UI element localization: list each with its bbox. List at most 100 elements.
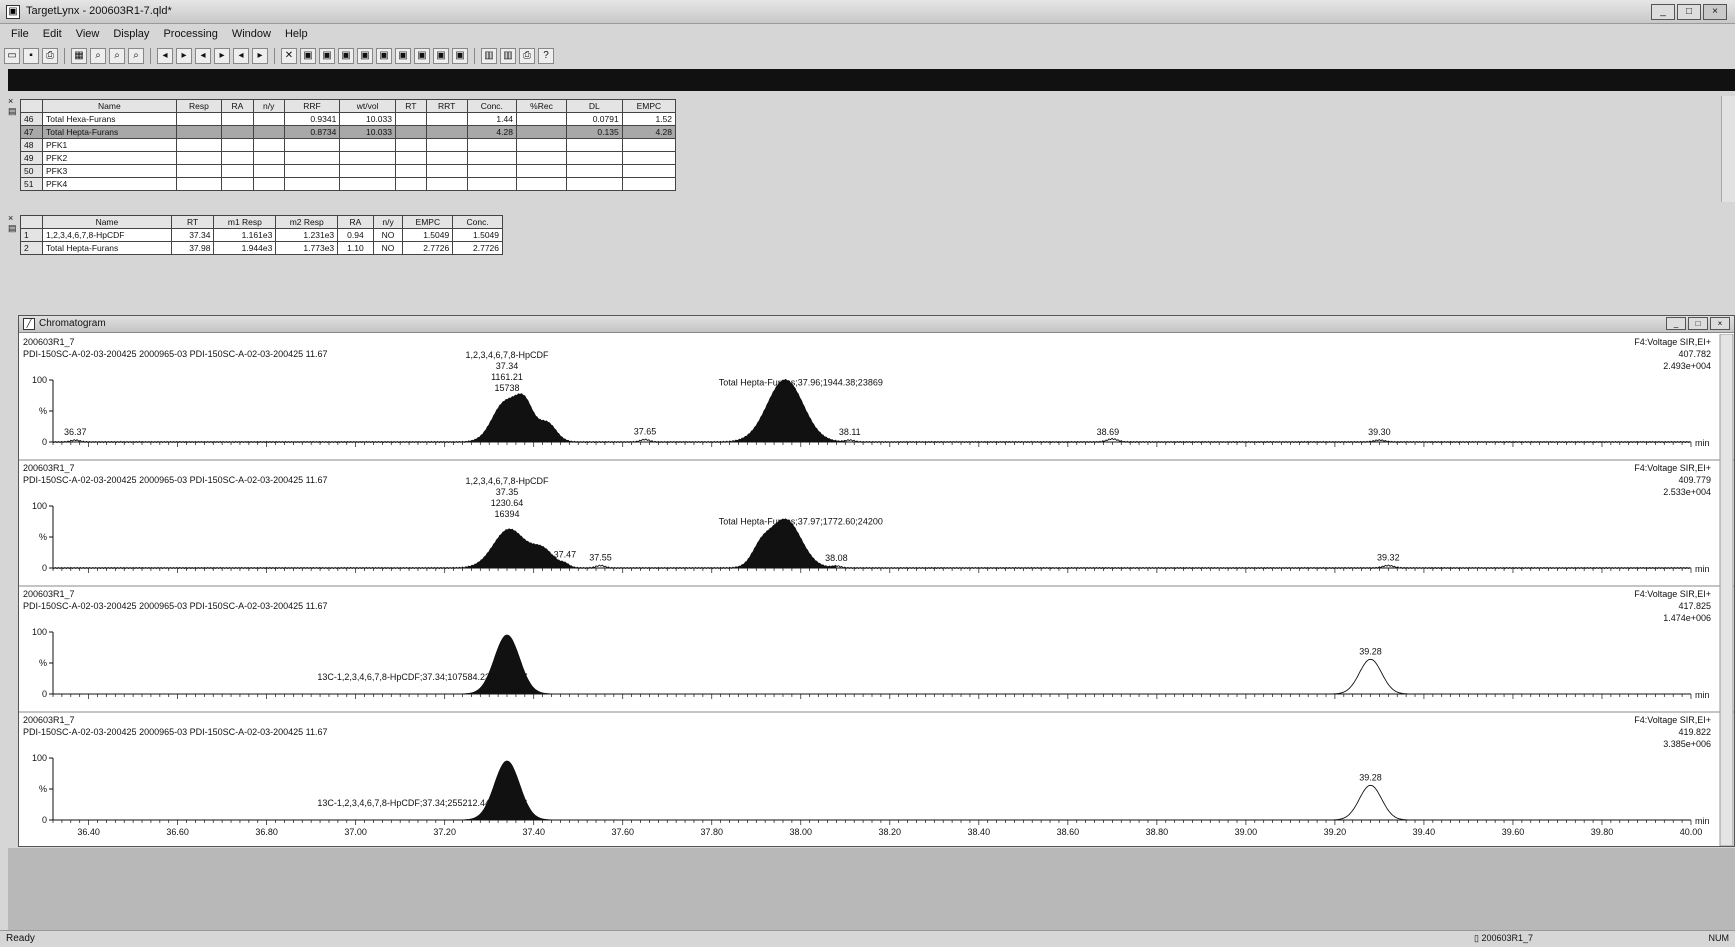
column-header[interactable]: RT	[170, 215, 215, 229]
save-icon[interactable]: ▪	[23, 48, 39, 64]
trace-mass: 409.779	[1678, 475, 1711, 485]
chrom-close-button[interactable]: ×	[1710, 317, 1730, 330]
chrom-minimize-button[interactable]: _	[1666, 317, 1686, 330]
table-cell: 1.231e3	[275, 228, 339, 242]
column-header[interactable]: Name	[42, 99, 177, 113]
zoom-icon[interactable]: ⌕	[109, 48, 125, 64]
peak-annotation: Total Hepta-Furans;37.97;1772.60;24200	[719, 517, 883, 527]
table-cell: 37.98	[170, 241, 215, 255]
menu-view[interactable]: View	[69, 26, 107, 44]
graph-icon[interactable]: ▣	[338, 48, 354, 64]
open-icon[interactable]: ▭	[4, 48, 20, 64]
peak-annotation: 37.35	[496, 487, 519, 497]
menu-processing[interactable]: Processing	[156, 26, 224, 44]
column-header[interactable]	[20, 99, 43, 113]
layout-icon[interactable]: ▥	[500, 48, 516, 64]
table-row[interactable]: 51 PFK4	[20, 177, 677, 191]
column-header[interactable]: EMPC	[402, 215, 454, 229]
y-tick-label: 100	[32, 501, 47, 511]
nav-right-icon[interactable]: ▸	[252, 48, 268, 64]
y-tick-label: %	[39, 532, 47, 542]
column-header[interactable]: m1 Resp	[213, 215, 277, 229]
app-icon[interactable]: ▣	[6, 5, 20, 19]
graph-icon[interactable]: ▣	[395, 48, 411, 64]
column-header[interactable]: m2 Resp	[275, 215, 339, 229]
menu-help[interactable]: Help	[278, 26, 315, 44]
column-header[interactable]: wt/vol	[339, 99, 396, 113]
table-cell: 1.52	[621, 112, 677, 126]
column-header[interactable]: Conc.	[452, 215, 503, 229]
table-row[interactable]: 48 PFK1	[20, 138, 677, 152]
table-cell	[394, 125, 427, 139]
graph-icon[interactable]: ▣	[319, 48, 335, 64]
status-file: ▯ 200603R1_7	[1474, 933, 1534, 943]
trace-description: PDI-150SC-A-02-03-200425 2000965-03 PDI-…	[23, 475, 328, 485]
print-icon[interactable]: ⎙	[519, 48, 535, 64]
graph-icon[interactable]: ▣	[300, 48, 316, 64]
table-row[interactable]: 50 PFK3	[20, 164, 677, 178]
integrated-peak[interactable]	[453, 634, 556, 695]
table-row[interactable]: 46 Total Hexa-Furans 0.9341 10.033 1.44 0.079…	[20, 112, 677, 126]
integrated-peak[interactable]	[466, 393, 579, 443]
graph-icon[interactable]: ▣	[376, 48, 392, 64]
integrated-peak[interactable]	[733, 379, 846, 443]
graph-icon[interactable]: ▣	[433, 48, 449, 64]
column-header[interactable]: RRF	[283, 99, 341, 113]
close-icon[interactable]: ✕	[281, 48, 297, 64]
x-tick-label: 39.60	[1502, 827, 1525, 837]
maximize-button[interactable]: □	[1677, 4, 1701, 20]
trace-sample-name: 200603R1_7	[23, 337, 75, 347]
integrated-peak[interactable]	[453, 760, 556, 821]
chart-icon[interactable]: ▦	[71, 48, 87, 64]
table-cell	[175, 164, 223, 178]
column-header[interactable]: n/y	[252, 99, 285, 113]
menu-file[interactable]: File	[4, 26, 36, 44]
column-header[interactable]: %Rec	[515, 99, 568, 113]
panel-handle-icon[interactable]: × ▤	[8, 213, 20, 233]
nav-right-icon[interactable]: ▸	[176, 48, 192, 64]
y-tick-label: 0	[42, 689, 47, 699]
column-header[interactable]: EMPC	[621, 99, 677, 113]
column-header[interactable]	[20, 215, 43, 229]
column-header[interactable]: RA	[221, 99, 254, 113]
column-header[interactable]: Conc.	[466, 99, 517, 113]
table-cell	[425, 112, 468, 126]
chromatogram-plot[interactable]: 200603R1_7 PDI-150SC-A-02-03-200425 20009…	[19, 334, 1734, 846]
column-header[interactable]: RT	[394, 99, 427, 113]
layout-icon[interactable]: ▥	[481, 48, 497, 64]
menu-window[interactable]: Window	[225, 26, 278, 44]
table-row[interactable]: 2 Total Hepta-Furans 37.98 1.944e3 1.773e3 1.…	[20, 241, 503, 255]
column-header[interactable]: Name	[42, 215, 172, 229]
table-row[interactable]: 1 1,2,3,4,6,7,8-HpCDF 37.34 1.161e3 1.231e3 0…	[20, 228, 503, 242]
nav-left-icon[interactable]: ◂	[157, 48, 173, 64]
close-button[interactable]: ×	[1703, 4, 1727, 20]
x-tick-label: 37.20	[433, 827, 456, 837]
table-cell	[515, 138, 568, 152]
nav-left-icon[interactable]: ◂	[233, 48, 249, 64]
print-icon[interactable]: ⎙	[42, 48, 58, 64]
table-row[interactable]: 49 PFK2	[20, 151, 677, 165]
column-header[interactable]: RA	[337, 215, 374, 229]
menu-display[interactable]: Display	[106, 26, 156, 44]
table-row[interactable]: 47 Total Hepta-Furans 0.8734 10.033 4.28 0.13…	[20, 125, 677, 139]
graph-icon[interactable]: ▣	[414, 48, 430, 64]
graph-icon[interactable]: ▣	[452, 48, 468, 64]
minimize-button[interactable]: _	[1651, 4, 1675, 20]
table-cell	[515, 112, 568, 126]
chrom-restore-button[interactable]: □	[1688, 317, 1708, 330]
column-header[interactable]: Resp	[175, 99, 223, 113]
panel-handle-icon[interactable]: × ▤	[8, 96, 20, 116]
column-header[interactable]: DL	[566, 99, 623, 113]
menu-edit[interactable]: Edit	[36, 26, 69, 44]
column-header[interactable]: RRT	[425, 99, 468, 113]
column-header[interactable]: n/y	[372, 215, 404, 229]
chromatogram-scrollbar[interactable]	[1719, 334, 1734, 846]
help-icon[interactable]: ?	[538, 48, 554, 64]
x-tick-label: 38.00	[790, 827, 813, 837]
summary-scrollbar[interactable]	[1721, 96, 1735, 202]
nav-right-icon[interactable]: ▸	[214, 48, 230, 64]
zoom-icon[interactable]: ⌕	[128, 48, 144, 64]
nav-left-icon[interactable]: ◂	[195, 48, 211, 64]
graph-icon[interactable]: ▣	[357, 48, 373, 64]
zoom-icon[interactable]: ⌕	[90, 48, 106, 64]
